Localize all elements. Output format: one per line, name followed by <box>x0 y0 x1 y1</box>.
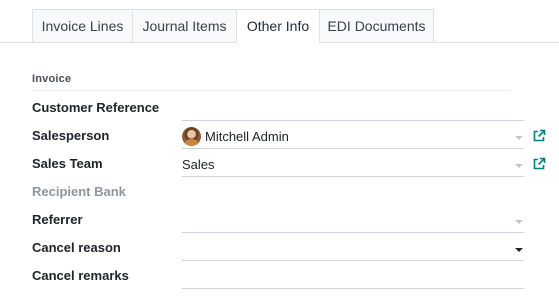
cancel-reason-label: Cancel reason <box>32 240 121 255</box>
cancel-reason-select[interactable] <box>182 239 524 261</box>
chevron-down-icon[interactable] <box>515 136 523 140</box>
external-link-icon[interactable] <box>532 129 546 143</box>
salesperson-avatar <box>182 127 201 146</box>
section-separator <box>32 90 510 91</box>
external-link-icon[interactable] <box>532 157 546 171</box>
section-title-invoice: Invoice <box>32 73 72 85</box>
cancel-remarks-label: Cancel remarks <box>32 268 129 283</box>
chevron-down-icon[interactable] <box>515 248 523 252</box>
recipient-bank-label: Recipient Bank <box>32 184 126 199</box>
chevron-down-icon[interactable] <box>515 164 523 168</box>
customer-reference-label: Customer Reference <box>32 100 160 115</box>
tab-other-info[interactable]: Other Info <box>236 9 320 43</box>
sales-team-value: Sales <box>182 157 215 172</box>
chevron-down-icon[interactable] <box>515 220 523 224</box>
notebook-tabs: Invoice Lines Journal Items Other Info E… <box>0 0 559 43</box>
sales-team-label: Sales Team <box>32 156 103 171</box>
cancel-remarks-input[interactable] <box>182 267 524 289</box>
salesperson-select[interactable]: Mitchell Admin <box>182 127 524 149</box>
customer-reference-input[interactable] <box>182 99 524 121</box>
referrer-select[interactable] <box>182 211 524 233</box>
tab-invoice-lines[interactable]: Invoice Lines <box>32 9 133 42</box>
salesperson-value: Mitchell Admin <box>205 129 289 144</box>
referrer-label: Referrer <box>32 212 83 227</box>
tab-journal-items[interactable]: Journal Items <box>132 9 237 42</box>
sales-team-select[interactable]: Sales <box>182 155 524 177</box>
salesperson-label: Salesperson <box>32 128 110 143</box>
tab-edi-documents[interactable]: EDI Documents <box>319 9 434 42</box>
